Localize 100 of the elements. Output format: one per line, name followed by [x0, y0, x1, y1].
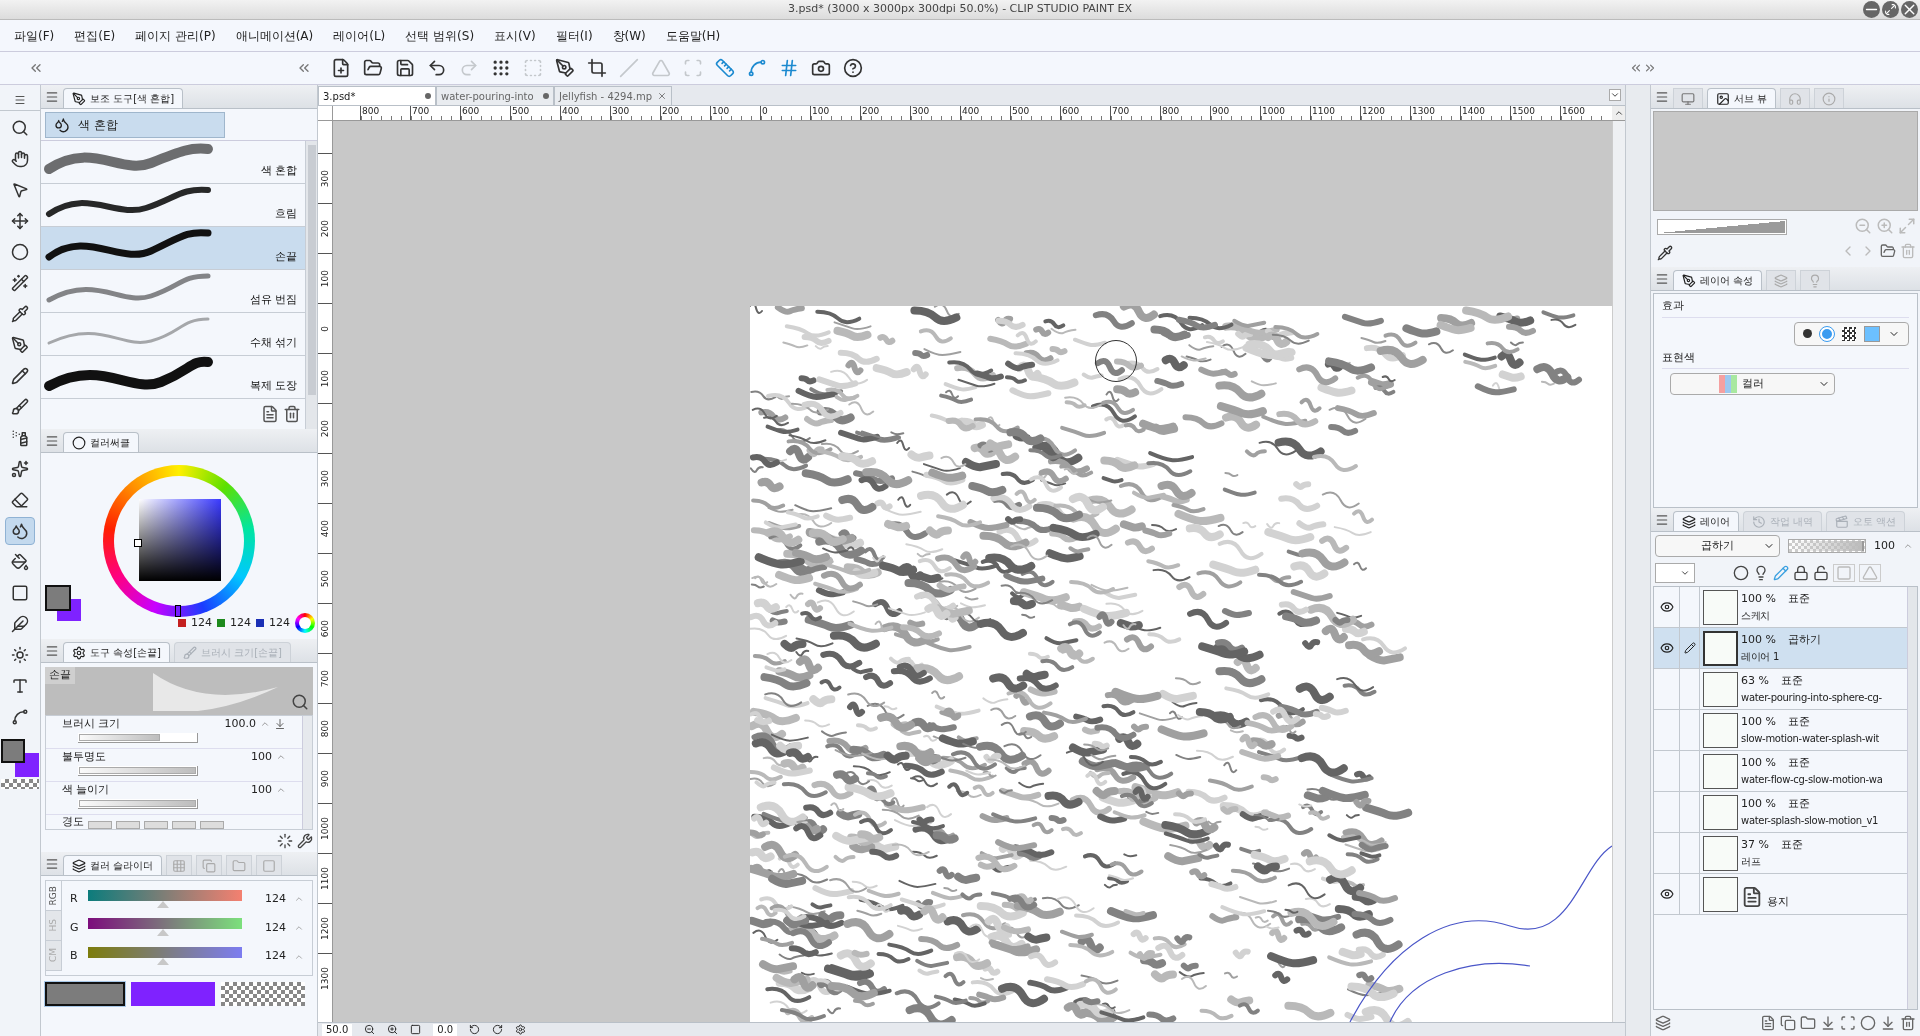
- window-title: 3.psd* (3000 x 3000px 300dpi 50.0%) - CLIP STUDIO PAINT EX: [787, 1, 1133, 18]
- ruler-label: 1400: [1461, 106, 1485, 116]
- brush-item[interactable]: 흐림: [41, 184, 305, 227]
- ruler-label: 300: [319, 469, 331, 488]
- ruler-label: 0: [761, 106, 768, 116]
- menu-item[interactable]: 창(W): [602, 26, 656, 45]
- brush-item[interactable]: 섬유 번짐: [41, 270, 305, 313]
- channel-label: G: [70, 919, 80, 936]
- layer-opacity: 100 %: [1741, 591, 1776, 608]
- blend-mode-dropdown[interactable]: 곱하기: [1655, 535, 1780, 557]
- menu-item[interactable]: 도움말(H): [655, 26, 731, 45]
- layer-name: 레이어 1: [1741, 649, 1781, 664]
- property-value: 100: [251, 782, 272, 798]
- ruler-label: 1200: [1361, 106, 1385, 116]
- layer-blend-mode: 표준: [1780, 837, 1803, 854]
- panel-tab[interactable]: 컬러써클: [63, 432, 139, 452]
- brush-name: 수채 섞기: [249, 334, 297, 351]
- ruler-label: 900: [319, 769, 331, 788]
- color-value: 124: [269, 614, 290, 631]
- layer-row[interactable]: 63 % 표준 water-pouring-into-sphere-cg-: [1654, 669, 1907, 710]
- menu-item[interactable]: 파일(F): [4, 26, 65, 45]
- layer-name: water-splash-slow-motion_v1: [1741, 813, 1879, 828]
- ruler-label: 300: [911, 106, 930, 116]
- document-tab[interactable]: 3.psd*: [318, 86, 436, 105]
- ruler-label: 500: [319, 569, 331, 588]
- layer-name: 러프: [1741, 854, 1762, 869]
- menu-item[interactable]: 표시(V): [484, 26, 546, 45]
- layer-name: 스케치: [1741, 608, 1772, 623]
- brush-name: 복제 도장: [249, 377, 297, 394]
- brush-item[interactable]: 색 혼합: [41, 141, 305, 184]
- layer-blend-mode: 표준: [1780, 673, 1803, 690]
- layer-name: slow-motion-water-splash-wit: [1741, 731, 1880, 746]
- layer-row[interactable]: 100 % 표준 water-flow-cg-slow-motion-wa: [1654, 751, 1907, 792]
- subtool-group-tab[interactable]: 색 혼합: [45, 111, 225, 138]
- layer-opacity: 100 %: [1741, 714, 1776, 731]
- menu-item[interactable]: 애니메이션(A): [225, 26, 324, 45]
- menu-item[interactable]: 레이어(L): [323, 26, 396, 45]
- ruler-label: 200: [319, 419, 331, 438]
- color-value: 124: [191, 614, 212, 631]
- layer-row[interactable]: 37 % 표준 러프: [1654, 833, 1907, 874]
- section-label: 표현색: [1662, 349, 1909, 369]
- zoom-value: 50.0: [322, 1023, 353, 1036]
- panel-tab[interactable]: 보조 도구[색 혼합]: [63, 88, 184, 108]
- ruler-label: 1300: [319, 967, 331, 990]
- layer-opacity: 100 %: [1741, 755, 1776, 772]
- opacity-value: 100: [1874, 537, 1895, 554]
- ruler-label: 400: [561, 106, 580, 116]
- layer-row[interactable]: 100 % 표준 slow-motion-water-splash-wit: [1654, 710, 1907, 751]
- ruler-label: 200: [319, 219, 331, 238]
- panel-tab[interactable]: 도구 속성[손끝]: [63, 642, 170, 662]
- ruler-label: 1200: [319, 917, 331, 940]
- ruler-label: 700: [411, 106, 430, 116]
- mode-tab[interactable]: RGB: [46, 881, 62, 911]
- ruler-label: 900: [1211, 106, 1230, 116]
- layer-blend-mode: 표준: [1787, 714, 1810, 731]
- ruler-label: 500: [1011, 106, 1030, 116]
- property-label: 브러시 크기: [62, 716, 121, 732]
- ruler-label: 1500: [1511, 106, 1535, 116]
- ruler-label: 100: [811, 106, 830, 116]
- ruler-label: 300: [319, 169, 331, 188]
- brush-name: 흐림: [275, 205, 297, 222]
- menu-item[interactable]: 페이지 관리(P): [125, 26, 226, 45]
- color-mode-dropdown[interactable]: 컬러: [1670, 373, 1835, 395]
- layer-opacity: 37 %: [1741, 837, 1769, 854]
- ruler-label: 300: [611, 106, 630, 116]
- ruler-label: 1100: [319, 867, 331, 890]
- document-tab[interactable]: water-pouring-into: [436, 86, 554, 105]
- ruler-label: 800: [361, 106, 380, 116]
- layer-row[interactable]: 100 % 곱하기 레이어 1: [1654, 628, 1907, 669]
- panel-tab[interactable]: 레이어: [1673, 511, 1739, 531]
- property-label: 경도: [62, 815, 84, 829]
- ruler-label: 1100: [1311, 106, 1335, 116]
- layer-opacity: 63 %: [1741, 673, 1769, 690]
- brush-item[interactable]: 복제 도장: [41, 356, 305, 399]
- property-label: 색 늘이기: [62, 782, 110, 798]
- document-tab[interactable]: Jellyfish - 4294.mp: [554, 86, 672, 105]
- layer-name: water-pouring-into-sphere-cg-: [1741, 690, 1882, 705]
- ruler-label: 100: [711, 106, 730, 116]
- brush-name: 섬유 번짐: [249, 291, 297, 308]
- ruler-label: 400: [961, 106, 980, 116]
- ruler-label: 200: [661, 106, 680, 116]
- brush-item[interactable]: 손끝: [41, 227, 305, 270]
- ruler-label: 600: [1061, 106, 1080, 116]
- layer-blend-mode: 표준: [1787, 796, 1810, 813]
- ruler-label: 100: [319, 369, 331, 388]
- menu-item[interactable]: 필터(I): [545, 26, 603, 45]
- color-value: 124: [230, 614, 251, 631]
- layer-name: 용지: [1767, 893, 1789, 910]
- layer-row[interactable]: 100 % 표준 water-splash-slow-motion_v1: [1654, 792, 1907, 833]
- property-value: 100.0: [224, 716, 256, 732]
- layer-row[interactable]: 용지: [1654, 874, 1907, 915]
- menu-item[interactable]: 선택 범위(S): [395, 26, 485, 45]
- ruler-label: 800: [1161, 106, 1180, 116]
- property-label: 불투명도: [62, 749, 106, 765]
- ruler-label: 700: [1111, 106, 1130, 116]
- channel-value: 124: [265, 948, 286, 965]
- menu-item[interactable]: 편집(E): [64, 26, 126, 45]
- ruler-label: 100: [319, 269, 331, 288]
- ruler-label: 400: [319, 519, 331, 538]
- ruler-label: 200: [861, 106, 880, 116]
